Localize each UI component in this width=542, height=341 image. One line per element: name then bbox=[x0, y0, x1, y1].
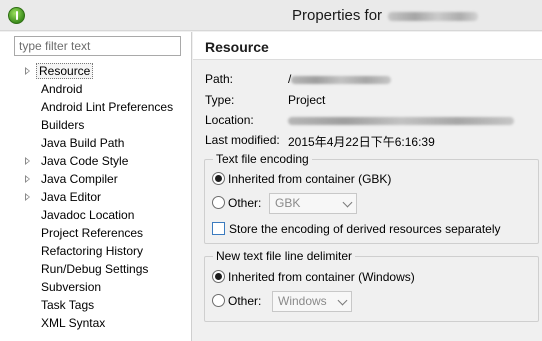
tree-item-label: XML Syntax bbox=[41, 316, 106, 330]
tree-item-label: Java Build Path bbox=[41, 136, 125, 150]
store-encoding-label: Store the encoding of derived resources … bbox=[229, 222, 501, 236]
tree-item-resource[interactable]: Resource bbox=[0, 62, 191, 80]
store-encoding-checkbox[interactable] bbox=[212, 222, 225, 236]
line-delimiter-group: New text file line delimiter Inherited f… bbox=[204, 249, 539, 322]
tree-item-label: Builders bbox=[41, 118, 85, 132]
encoding-other-label: Other: bbox=[228, 196, 262, 210]
delimiter-inherited-label: Inherited from container (Windows) bbox=[228, 270, 415, 284]
text-file-encoding-legend: Text file encoding bbox=[213, 152, 312, 166]
property-page-tree: Resource Android Android Lint Preferences B… bbox=[0, 62, 191, 332]
tree-item-label: Refactoring History bbox=[41, 244, 144, 258]
delimiter-other-label: Other: bbox=[228, 294, 262, 308]
tree-item-label: Java Compiler bbox=[41, 172, 118, 186]
title-bar: Properties for bbox=[0, 0, 542, 31]
tree-item-task-tags[interactable]: Task Tags bbox=[0, 296, 191, 314]
tree-item-label: Resource bbox=[36, 63, 94, 79]
page-header: Resource bbox=[193, 32, 542, 60]
chevron-down-icon bbox=[342, 197, 353, 208]
tree-item-android[interactable]: Android bbox=[0, 80, 191, 98]
tree-item-label: Project References bbox=[41, 226, 144, 240]
redacted-project-name bbox=[388, 11, 479, 21]
type-label: Type: bbox=[205, 93, 235, 107]
encoding-inherited-option[interactable]: Inherited from container (GBK) bbox=[212, 170, 391, 188]
delimiter-other-option[interactable]: Other: bbox=[212, 292, 261, 310]
tree-item-label: Subversion bbox=[41, 280, 102, 294]
resource-page: Resource Path: / Type: Project Location:… bbox=[193, 32, 542, 341]
tree-item-label: Run/Debug Settings bbox=[41, 262, 149, 276]
tree-item-label: Task Tags bbox=[41, 298, 95, 312]
type-value: Project bbox=[288, 93, 326, 107]
delimiter-select-value: Windows bbox=[278, 294, 327, 308]
tree-item-java-compiler[interactable]: Java Compiler bbox=[0, 170, 191, 188]
store-encoding-option[interactable]: Store the encoding of derived resources … bbox=[212, 220, 501, 238]
encoding-inherited-radio[interactable] bbox=[212, 172, 225, 186]
tree-item-project-references[interactable]: Project References bbox=[0, 224, 191, 242]
filter-input[interactable] bbox=[14, 36, 181, 56]
last-modified-value: 2015年4月22日下午6:16:39 bbox=[288, 135, 435, 149]
encoding-select-value: GBK bbox=[275, 196, 301, 210]
tree-item-label: Javadoc Location bbox=[41, 208, 135, 222]
delimiter-inherited-radio[interactable] bbox=[212, 270, 225, 284]
text-file-encoding-group: Text file encoding Inherited from contai… bbox=[204, 152, 539, 244]
left-navigation-panel: Resource Android Android Lint Preferences B… bbox=[0, 32, 192, 341]
location-label: Location: bbox=[205, 113, 254, 127]
redacted-location bbox=[288, 116, 514, 125]
tree-item-java-build-path[interactable]: Java Build Path bbox=[0, 134, 191, 152]
window-title-text: Properties for bbox=[292, 7, 383, 24]
encoding-other-option[interactable]: Other: bbox=[212, 194, 261, 212]
expand-arrow-icon[interactable] bbox=[25, 193, 30, 201]
tree-item-refactoring-history[interactable]: Refactoring History bbox=[0, 242, 191, 260]
chevron-down-icon bbox=[337, 295, 348, 306]
window-title: Properties for bbox=[292, 7, 479, 24]
tree-item-java-editor[interactable]: Java Editor bbox=[0, 188, 191, 206]
path-label: Path: bbox=[205, 72, 234, 86]
expand-arrow-icon[interactable] bbox=[25, 175, 30, 183]
tree-item-run-debug-settings[interactable]: Run/Debug Settings bbox=[0, 260, 191, 278]
tree-item-label: Java Code Style bbox=[41, 154, 129, 168]
tree-item-label: Android bbox=[41, 82, 83, 96]
tree-item-builders[interactable]: Builders bbox=[0, 116, 191, 134]
path-value: / bbox=[288, 72, 392, 86]
tree-item-label: Java Editor bbox=[41, 190, 102, 204]
encoding-other-radio[interactable] bbox=[212, 196, 225, 210]
line-delimiter-legend: New text file line delimiter bbox=[213, 249, 356, 263]
redacted-path bbox=[291, 75, 392, 84]
tree-item-android-lint-preferences[interactable]: Android Lint Preferences bbox=[0, 98, 191, 116]
last-modified-label: Last modified: bbox=[205, 133, 280, 147]
expand-arrow-icon[interactable] bbox=[25, 157, 30, 165]
delimiter-other-radio[interactable] bbox=[212, 294, 225, 308]
delimiter-select[interactable]: Windows bbox=[272, 291, 352, 312]
tree-item-xml-syntax[interactable]: XML Syntax bbox=[0, 314, 191, 332]
expand-arrow-icon[interactable] bbox=[25, 67, 30, 75]
tree-item-subversion[interactable]: Subversion bbox=[0, 278, 191, 296]
tree-item-javadoc-location[interactable]: Javadoc Location bbox=[0, 206, 191, 224]
tree-item-java-code-style[interactable]: Java Code Style bbox=[0, 152, 191, 170]
encoding-inherited-label: Inherited from container (GBK) bbox=[228, 172, 392, 186]
delimiter-inherited-option[interactable]: Inherited from container (Windows) bbox=[212, 268, 415, 286]
page-title: Resource bbox=[205, 39, 269, 55]
eclipse-app-icon bbox=[8, 7, 25, 24]
tree-item-label: Android Lint Preferences bbox=[41, 100, 174, 114]
encoding-select[interactable]: GBK bbox=[269, 193, 357, 214]
location-value bbox=[288, 113, 514, 127]
